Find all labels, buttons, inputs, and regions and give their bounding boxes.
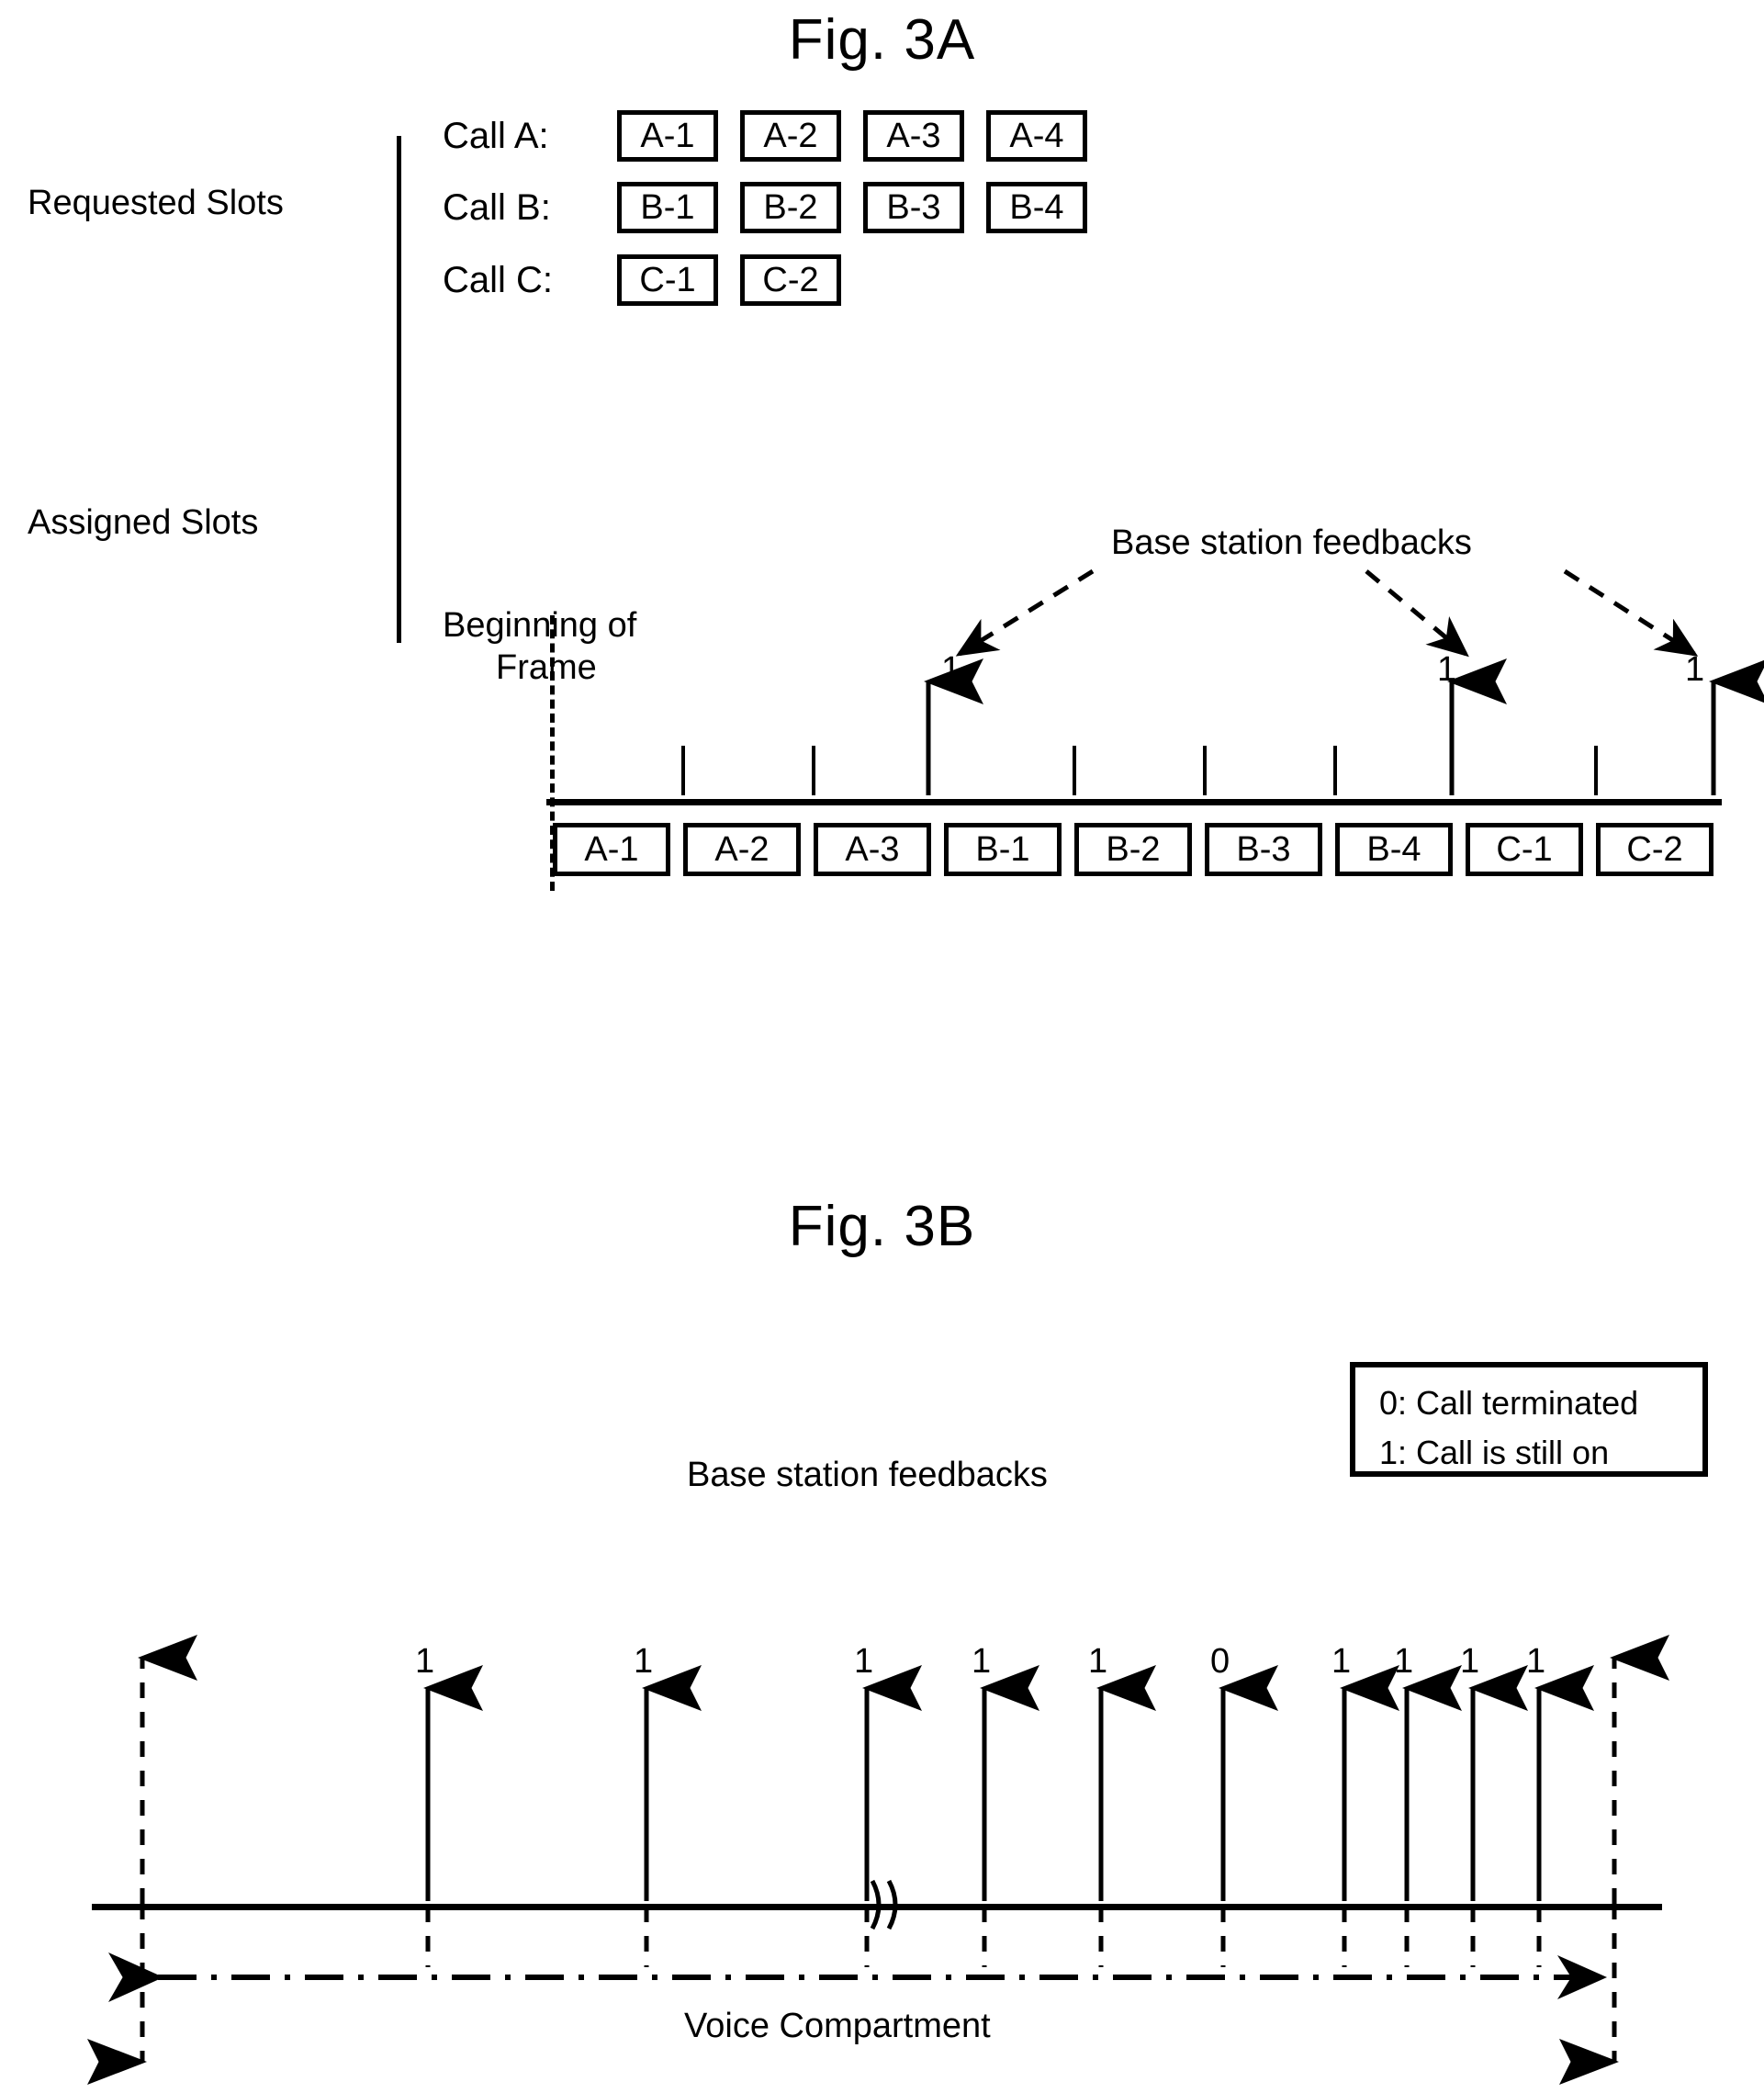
axis-tick xyxy=(681,746,685,795)
assigned-slot-3: A-3 xyxy=(814,823,931,876)
assigned-slots-axis xyxy=(546,799,1722,805)
assigned-slot-1: A-1 xyxy=(553,823,670,876)
figure-3b-title: Fig. 3B xyxy=(788,1195,976,1258)
requested-slots-bracket xyxy=(397,136,401,430)
figure-3b-arrow-overlay xyxy=(87,1635,1669,2085)
assigned-slot-4: B-1 xyxy=(944,823,1062,876)
requested-slot-a3: A-3 xyxy=(863,110,964,162)
assigned-slots-label: Assigned Slots xyxy=(28,503,259,542)
assigned-slot-7: B-4 xyxy=(1335,823,1453,876)
requested-slot-b1: B-1 xyxy=(617,182,718,233)
feedback-digit-3b-7: 1 xyxy=(1331,1642,1352,1681)
feedback-digit-3b-9: 1 xyxy=(1460,1642,1480,1681)
requested-slot-b3: B-3 xyxy=(863,182,964,233)
requested-slots-label: Requested Slots xyxy=(28,184,284,222)
feedback-digit-3b-1: 1 xyxy=(415,1642,435,1681)
call-a-row-label: Call A: xyxy=(443,116,549,156)
assigned-slot-8: C-1 xyxy=(1466,823,1583,876)
assigned-slot-6: B-3 xyxy=(1205,823,1322,876)
legend-item-1: 1: Call is still on xyxy=(1379,1434,1610,1471)
requested-slot-b4: B-4 xyxy=(986,182,1087,233)
legend-box: 0: Call terminated 1: Call is still on xyxy=(1350,1362,1708,1477)
requested-slot-c1: C-1 xyxy=(617,254,718,306)
feedback-digit-3a-1: 1 xyxy=(941,650,961,689)
requested-slot-a4: A-4 xyxy=(986,110,1087,162)
requested-slot-a2: A-2 xyxy=(740,110,841,162)
feedback-digit-3b-8: 1 xyxy=(1394,1642,1414,1681)
feedback-digit-3b-4: 1 xyxy=(972,1642,992,1681)
feedback-drop-lines-3b xyxy=(425,1907,1542,1967)
feedback-digit-3b-5: 1 xyxy=(1088,1642,1108,1681)
assigned-slot-2: A-2 xyxy=(683,823,801,876)
requested-slot-c2: C-2 xyxy=(740,254,841,306)
legend-item-0: 0: Call terminated xyxy=(1379,1384,1639,1422)
assigned-slots-bracket xyxy=(397,430,401,643)
axis-tick xyxy=(812,746,815,795)
axis-tick xyxy=(1203,746,1207,795)
axis-tick xyxy=(1594,746,1598,795)
axis-tick xyxy=(1073,746,1076,795)
feedback-digit-3b-2: 1 xyxy=(634,1642,654,1681)
figure-3a-title: Fig. 3A xyxy=(788,8,976,72)
voice-compartment-axis xyxy=(92,1904,1662,1910)
requested-slot-a1: A-1 xyxy=(617,110,718,162)
call-b-row-label: Call B: xyxy=(443,187,551,228)
base-station-feedbacks-callout-3a: Base station feedbacks xyxy=(1111,523,1472,562)
feedback-digit-3b-10: 1 xyxy=(1526,1642,1546,1681)
assigned-slot-5: B-2 xyxy=(1074,823,1192,876)
feedback-digit-3a-2: 1 xyxy=(1437,650,1457,689)
feedback-up-arrows-3b xyxy=(423,1665,1594,1901)
voice-compartment-label: Voice Compartment xyxy=(684,2007,991,2045)
feedback-digit-3b-6: 0 xyxy=(1210,1642,1230,1681)
feedback-digit-3a-3: 1 xyxy=(1685,650,1705,689)
feedback-digit-3b-3: 1 xyxy=(854,1642,874,1681)
beginning-of-frame-line1: Beginning of xyxy=(443,606,637,645)
axis-tick xyxy=(1333,746,1337,795)
base-station-feedbacks-callout-3b: Base station feedbacks xyxy=(687,1456,1048,1494)
beginning-of-frame-line2: Frame xyxy=(496,648,597,687)
feedback-callout-leaders-3a xyxy=(955,568,1699,658)
call-c-row-label: Call C: xyxy=(443,260,554,300)
assigned-slot-9: C-2 xyxy=(1596,823,1713,876)
requested-slot-b2: B-2 xyxy=(740,182,841,233)
